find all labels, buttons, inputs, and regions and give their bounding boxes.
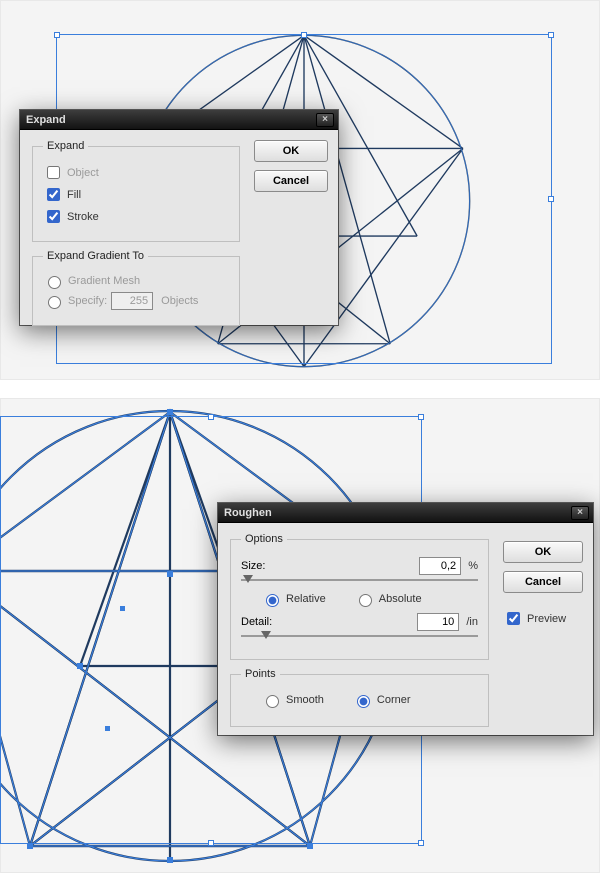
points-group: Points Smooth Corner [230, 668, 489, 727]
relative-radio[interactable] [266, 594, 279, 607]
roughen-dialog: Roughen × Options Size: % Relative Ab [218, 503, 593, 735]
size-slider[interactable] [241, 579, 478, 581]
expand-dialog: Expand × Expand Object Fill Stroke [20, 110, 338, 325]
specify-unit: Objects [161, 295, 198, 307]
expand-group: Expand Object Fill Stroke [32, 140, 240, 242]
object-checkbox[interactable] [47, 166, 60, 179]
roughen-titlebar[interactable]: Roughen × [218, 503, 593, 523]
absolute-radio[interactable] [359, 594, 372, 607]
ok-button[interactable]: OK [503, 541, 583, 563]
preview-label: Preview [527, 613, 566, 625]
points-legend: Points [241, 668, 280, 680]
corner-radio[interactable] [357, 695, 370, 708]
slider-thumb-icon[interactable] [261, 631, 271, 639]
slider-thumb-icon[interactable] [243, 575, 253, 583]
stroke-label: Stroke [67, 211, 99, 223]
handle-tm[interactable] [208, 414, 214, 420]
size-input[interactable] [419, 557, 461, 575]
detail-input[interactable] [417, 613, 459, 631]
detail-label: Detail: [241, 616, 272, 628]
detail-unit: /in [466, 616, 478, 628]
specify-input[interactable] [111, 292, 153, 310]
size-unit: % [468, 560, 478, 572]
panel-gap [0, 380, 600, 398]
handle-tm[interactable] [301, 32, 307, 38]
roughen-title: Roughen [224, 503, 272, 523]
relative-label: Relative [286, 593, 326, 605]
gradient-mesh-radio[interactable] [48, 276, 61, 289]
cancel-button[interactable]: Cancel [503, 571, 583, 593]
options-legend: Options [241, 533, 287, 545]
smooth-radio[interactable] [266, 695, 279, 708]
expand-group-legend: Expand [43, 140, 88, 152]
gradient-group-legend: Expand Gradient To [43, 250, 148, 262]
smooth-label: Smooth [286, 694, 324, 706]
specify-label: Specify: [68, 295, 107, 307]
object-label: Object [67, 167, 99, 179]
specify-radio[interactable] [48, 296, 61, 309]
preview-checkbox[interactable] [507, 612, 520, 625]
options-group: Options Size: % Relative Absolute Detai [230, 533, 489, 660]
gradient-group: Expand Gradient To Gradient Mesh Specify… [32, 250, 240, 326]
handle-tr[interactable] [548, 32, 554, 38]
fill-checkbox[interactable] [47, 188, 60, 201]
close-icon[interactable]: × [571, 506, 589, 520]
expand-title: Expand [26, 110, 66, 130]
fill-label: Fill [67, 189, 81, 201]
close-icon[interactable]: × [316, 113, 334, 127]
corner-label: Corner [377, 694, 411, 706]
object-row: Object [43, 163, 229, 182]
expand-titlebar[interactable]: Expand × [20, 110, 338, 130]
handle-tr[interactable] [418, 414, 424, 420]
stroke-row: Stroke [43, 207, 229, 226]
ok-button[interactable]: OK [254, 140, 328, 162]
handle-tl[interactable] [54, 32, 60, 38]
stroke-checkbox[interactable] [47, 210, 60, 223]
fill-row: Fill [43, 185, 229, 204]
cancel-button[interactable]: Cancel [254, 170, 328, 192]
handle-mr[interactable] [548, 196, 554, 202]
gradient-mesh-label: Gradient Mesh [68, 275, 140, 287]
specify-row: Specify: Objects [43, 292, 229, 310]
size-label: Size: [241, 560, 265, 572]
detail-slider[interactable] [241, 635, 478, 637]
gradient-mesh-row: Gradient Mesh [43, 273, 229, 289]
handle-br[interactable] [418, 840, 424, 846]
absolute-label: Absolute [379, 593, 422, 605]
handle-bm[interactable] [208, 840, 214, 846]
